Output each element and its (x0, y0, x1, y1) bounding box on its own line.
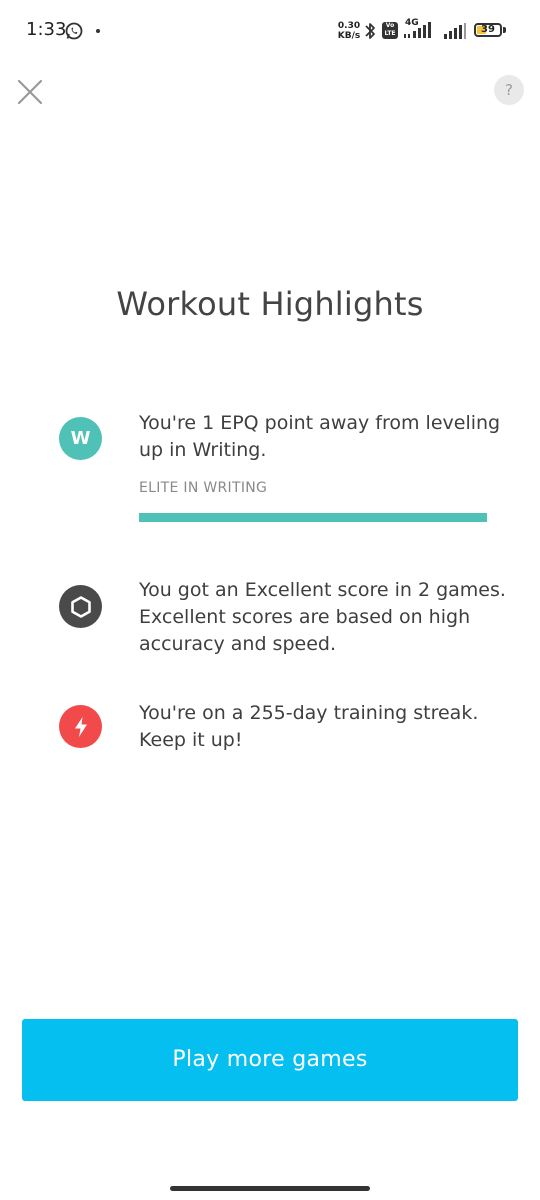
status-time: 1:33 (26, 19, 67, 40)
writing-badge-letter: W (70, 428, 91, 449)
lightning-bolt-icon (74, 716, 87, 737)
level-label: ELITE IN WRITING (139, 480, 268, 496)
page-title: Workout Highlights (116, 285, 424, 323)
home-indicator[interactable] (170, 1186, 370, 1191)
signal-strength-icon (404, 22, 431, 38)
close-button[interactable] (14, 76, 46, 108)
hexagon-badge (59, 585, 102, 628)
battery-icon: 39 (474, 23, 502, 37)
level-progress-fill (139, 513, 487, 522)
hexagon-icon (70, 595, 91, 618)
highlight-text: You're on a 255-day training streak. Kee… (139, 702, 479, 751)
battery-level: 39 (481, 24, 495, 35)
level-progress-bar (139, 513, 487, 522)
network-speed-value: 0.30 (337, 21, 361, 31)
play-more-games-button[interactable]: Play more games (22, 1019, 518, 1101)
network-speed-unit: KB/s (337, 31, 361, 41)
notification-dot-icon (96, 29, 100, 33)
help-icon: ? (505, 81, 513, 99)
signal-strength-secondary-icon (444, 23, 466, 39)
volte-icon: Vo LTE (382, 22, 398, 39)
close-icon (17, 79, 43, 105)
bluetooth-icon (365, 23, 375, 39)
status-bar: 1:33 0.30 KB/s Vo LTE 4G 39 (0, 0, 540, 62)
highlight-text: You got an Excellent score in 2 games. E… (139, 579, 506, 655)
whatsapp-icon (65, 22, 83, 40)
writing-badge-icon: W (59, 417, 102, 460)
battery-tip (503, 27, 506, 33)
highlight-text: You're 1 EPQ point away from leveling up… (139, 412, 501, 461)
streak-badge (59, 705, 102, 748)
network-speed: 0.30 KB/s (336, 21, 362, 41)
help-button[interactable]: ? (494, 75, 524, 105)
